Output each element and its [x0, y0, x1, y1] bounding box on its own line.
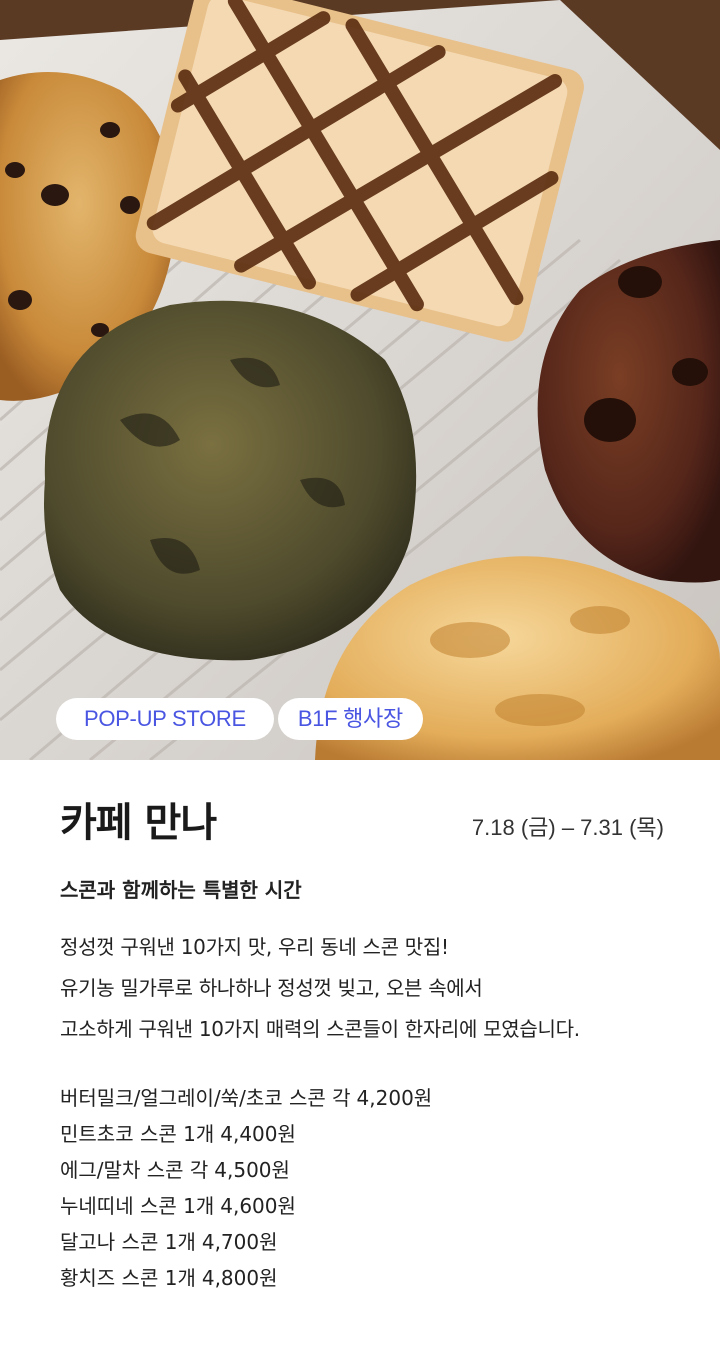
menu-item-name: 누네띠네 스콘 1개 [60, 1194, 215, 1218]
menu-item: 황치즈 스콘 1개 4,800원 [60, 1260, 664, 1296]
event-subtitle: 스콘과 함께하는 특별한 시간 [60, 878, 302, 902]
title-row: 카페 만나 7.18 (금) – 7.31 (목) [60, 760, 664, 860]
menu-item: 에그/말차 스콘 각 4,500원 [60, 1152, 664, 1188]
menu-item-price: 4,600원 [220, 1194, 296, 1218]
menu-item-price: 4,200원 [356, 1086, 433, 1110]
menu-item-name: 에그/말차 스콘 각 [60, 1158, 209, 1182]
popup-store-page: POP-UP STORE B1F 행사장 카페 만나 7.18 (금) – 7.… [0, 0, 720, 1368]
description-line: 고소하게 구워낸 10가지 매력의 스콘들이 한자리에 모였습니다. [60, 1017, 580, 1041]
menu-item: 달고나 스콘 1개 4,700원 [60, 1224, 664, 1260]
description-line: 유기농 밀가루로 하나하나 정성껏 빚고, 오븐 속에서 [60, 976, 483, 1000]
menu-item-name: 버터밀크/얼그레이/쑥/초코 스콘 각 [60, 1086, 351, 1110]
event-description: 정성껏 구워낸 10가지 맛, 우리 동네 스콘 맛집! 유기농 밀가루로 하나… [60, 927, 664, 1050]
scones-illustration [0, 0, 720, 760]
event-title: 카페 만나 [60, 800, 217, 846]
menu-item-price: 4,800원 [201, 1266, 278, 1290]
menu-item-price: 4,700원 [201, 1230, 278, 1254]
location-tag: B1F 행사장 [277, 698, 423, 740]
description-line: 정성껏 구워낸 10가지 맛, 우리 동네 스콘 맛집! [60, 935, 449, 959]
menu-item-price: 4,400원 [220, 1122, 296, 1146]
menu-item: 버터밀크/얼그레이/쑥/초코 스콘 각 4,200원 [60, 1080, 664, 1116]
menu-item-name: 민트초코 스콘 1개 [60, 1122, 215, 1146]
event-date: 7.18 (금) – 7.31 (목) [471, 815, 664, 840]
menu-price-list: 버터밀크/얼그레이/쑥/초코 스콘 각 4,200원 민트초코 스콘 1개 4,40… [60, 1080, 664, 1296]
menu-item: 민트초코 스콘 1개 4,400원 [60, 1116, 664, 1152]
popup-store-tag: POP-UP STORE [56, 698, 274, 740]
menu-item-name: 황치즈 스콘 1개 [60, 1266, 196, 1290]
event-tags: POP-UP STORE B1F 행사장 [56, 698, 423, 740]
event-info: 카페 만나 7.18 (금) – 7.31 (목) 스콘과 함께하는 특별한 시… [60, 760, 664, 1296]
menu-item-name: 달고나 스콘 1개 [60, 1230, 196, 1254]
menu-item: 누네띠네 스콘 1개 4,600원 [60, 1188, 664, 1224]
scone-hero-photo: POP-UP STORE B1F 행사장 [0, 0, 720, 760]
menu-item-price: 4,500원 [214, 1158, 290, 1182]
